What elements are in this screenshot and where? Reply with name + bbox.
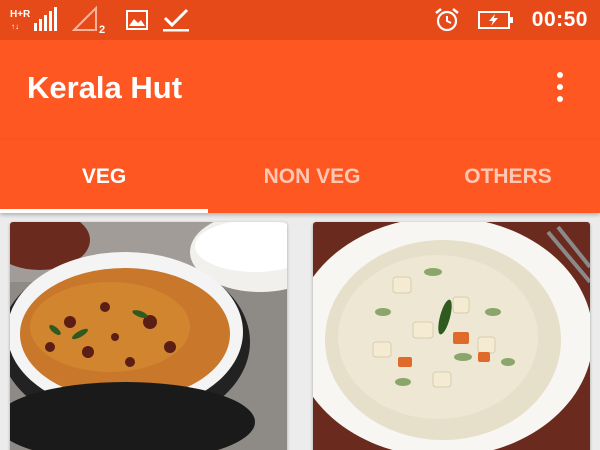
tab-label: OTHERS xyxy=(464,164,552,188)
status-right-icons: 00:50 xyxy=(434,0,588,40)
tab-others[interactable]: OTHERS xyxy=(416,140,600,213)
tab-label: VEG xyxy=(81,164,127,188)
status-left-icons: H+R ↑↓ 2 xyxy=(10,6,190,34)
status-bar: H+R ↑↓ 2 00:50 xyxy=(0,0,600,40)
network-type-label: H+R xyxy=(10,9,31,20)
vegetable-stew-photo xyxy=(313,222,590,450)
food-grid xyxy=(0,213,600,450)
signal-icon: H+R ↑↓ xyxy=(10,7,58,33)
tab-non-veg[interactable]: NON VEG xyxy=(208,140,416,213)
app-bar: Kerala Hut xyxy=(0,40,600,140)
tab-label: NON VEG xyxy=(263,164,361,188)
app-title: Kerala Hut xyxy=(27,70,183,105)
more-vert-icon[interactable] xyxy=(550,70,570,104)
food-card-kadala-curry[interactable] xyxy=(10,222,287,450)
tab-veg[interactable]: VEG xyxy=(0,140,208,213)
alarm-icon xyxy=(434,7,460,33)
sim-signal-icon: 2 xyxy=(72,6,112,34)
battery-charging-icon xyxy=(477,10,514,30)
svg-text:↑↓: ↑↓ xyxy=(11,22,19,31)
kadala-curry-photo xyxy=(10,222,287,450)
sim-slot-label: 2 xyxy=(99,24,105,34)
tab-bar: VEG NON VEG OTHERS xyxy=(0,140,600,213)
download-done-icon xyxy=(162,8,190,32)
food-card-vegetable-stew[interactable] xyxy=(313,222,590,450)
status-time: 00:50 xyxy=(531,8,588,31)
image-notification-icon xyxy=(126,10,148,30)
